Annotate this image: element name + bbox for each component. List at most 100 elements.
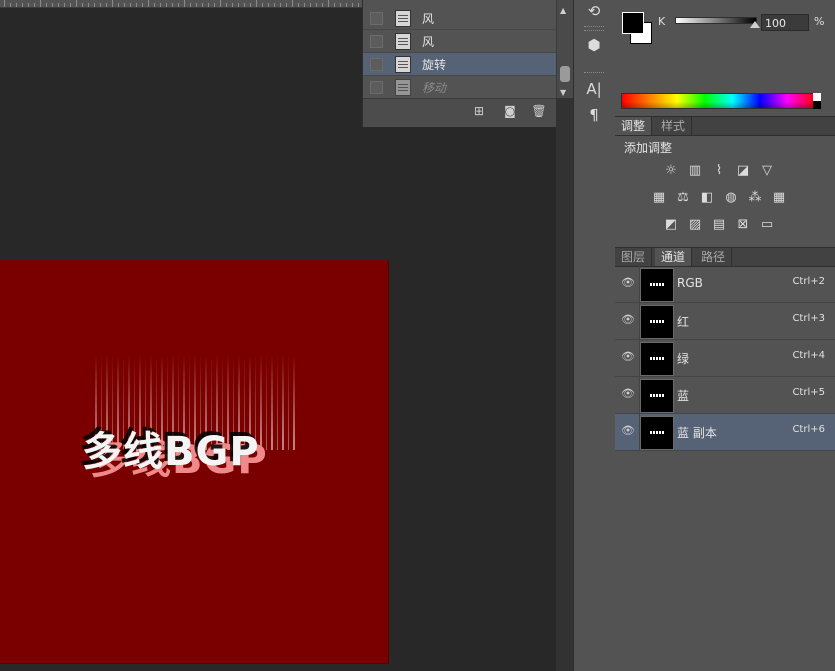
dock-grip[interactable] [584,72,604,75]
ruler-tick [292,0,293,7]
channel-name: 绿 [677,352,690,366]
black-white-ramp[interactable] [813,93,821,109]
visibility-eye-icon[interactable]: 👁 [621,424,635,438]
history-source-checkbox[interactable] [370,58,383,71]
history-item[interactable]: 风 [363,30,557,53]
gradient-map-icon[interactable]: ▭ [758,217,776,233]
character-icon[interactable]: A| [582,78,606,100]
history-item-label: 移动 [422,81,447,95]
k-unit-label: % [814,15,825,28]
ruler-tick [154,3,155,7]
channel-mixer-icon[interactable]: ⁂ [746,190,764,206]
channel-name: 红 [677,315,690,329]
scroll-down-icon[interactable]: ▼ [560,88,566,97]
layers-tabbar: 图层 通道 路径 [615,247,835,267]
dock-grip[interactable] [584,30,604,33]
tab-paths[interactable]: 路径 [695,248,733,266]
history-state-icon [395,10,411,27]
ruler-tick [148,0,149,7]
channel-row[interactable]: 👁 RGB Ctrl+2 [615,266,835,303]
invert-icon[interactable]: ◩ [662,217,680,233]
channel-row[interactable]: 👁 红 Ctrl+3 [615,303,835,340]
ruler-tick [250,3,251,7]
paragraph-icon[interactable]: ¶ [582,104,606,126]
camera-icon[interactable]: ◙ [502,104,518,118]
panel-dock: ⟲ ⬢ A| ¶ [573,0,616,671]
trash-icon[interactable]: 🗑 [531,104,547,118]
channel-row[interactable]: 👁 蓝 Ctrl+5 [615,377,835,414]
ruler-tick [274,3,275,7]
black-white-icon[interactable]: ◧ [698,190,716,206]
ruler-tick [22,3,23,7]
tab-layers[interactable]: 图层 [615,248,653,266]
ruler-tick [196,3,197,7]
history-source-checkbox[interactable] [370,81,383,94]
ruler-tick [346,3,347,7]
new-document-from-state-icon[interactable]: ⊞ [471,104,487,118]
ruler-tick [106,3,107,7]
ruler-tick [256,0,257,7]
ruler-tick [34,3,35,7]
visibility-eye-icon[interactable]: 👁 [621,313,635,327]
ruler-tick [202,3,203,7]
channel-name: RGB [677,276,703,290]
tab-styles[interactable]: 样式 [655,117,693,135]
ruler-tick [328,0,329,7]
history-scrollbar[interactable]: ▲ ▼ [556,0,574,98]
history-item-active[interactable]: 旋转 [363,53,557,76]
levels-icon[interactable]: ▥ [686,163,704,179]
threshold-icon[interactable]: ▤ [710,217,728,233]
brightness-icon[interactable]: ☼ [662,163,680,179]
scroll-thumb[interactable] [560,66,570,82]
k-value-input[interactable]: 100 [761,14,809,31]
visibility-eye-icon[interactable]: 👁 [621,387,635,401]
ruler-tick [334,3,335,7]
ruler-tick [118,3,119,7]
history-state-icon [395,33,411,50]
ruler-tick [340,3,341,7]
k-slider-thumb[interactable] [750,21,760,28]
vibrance-icon[interactable]: ▽ [758,163,776,179]
ruler-tick [304,3,305,7]
channel-row-active[interactable]: 👁 蓝 副本 Ctrl+6 [615,414,835,451]
hue-saturation-icon[interactable]: ▦ [650,190,668,206]
k-slider-track[interactable] [675,17,757,24]
channel-thumbnail [640,268,674,302]
ruler-tick [94,3,95,7]
ruler-tick [244,3,245,7]
tab-channels[interactable]: 通道 [655,248,693,266]
history-item[interactable]: 移动 [363,76,557,99]
ruler-tick [190,3,191,7]
color-spectrum-ramp[interactable] [621,93,816,109]
foreground-color-swatch[interactable] [622,12,644,34]
dock-grip[interactable] [584,26,604,29]
posterize-icon[interactable]: ▨ [686,217,704,233]
ruler-tick [286,3,287,7]
ruler-tick [46,3,47,7]
photo-filter-icon[interactable]: ◍ [722,190,740,206]
visibility-eye-icon[interactable]: 👁 [621,276,635,290]
history-item[interactable]: 风 [363,7,557,30]
exposure-icon[interactable]: ◪ [734,163,752,179]
ruler-tick [280,3,281,7]
ruler-tick [76,0,77,7]
panel-gutter [556,98,573,671]
color-balance-icon[interactable]: ⚖ [674,190,692,206]
channel-shortcut: Ctrl+5 [792,387,825,398]
history-icon[interactable]: ⟲ [582,0,606,22]
3d-icon[interactable]: ⬢ [582,34,606,56]
ruler-tick [358,3,359,7]
curves-icon[interactable]: ⌇ [710,163,728,179]
visibility-eye-icon[interactable]: 👁 [621,350,635,364]
tab-adjustments[interactable]: 调整 [615,117,653,135]
channel-thumbnail [640,379,674,413]
history-item-label: 风 [422,12,435,26]
ruler-tick [40,0,41,7]
selective-color-icon[interactable]: ⊠ [734,217,752,233]
color-lookup-icon[interactable]: ▦ [770,190,788,206]
history-source-checkbox[interactable] [370,35,383,48]
history-source-checkbox[interactable] [370,12,383,25]
scroll-up-icon[interactable]: ▲ [560,6,566,15]
ruler-tick [124,3,125,7]
channel-row[interactable]: 👁 绿 Ctrl+4 [615,340,835,377]
